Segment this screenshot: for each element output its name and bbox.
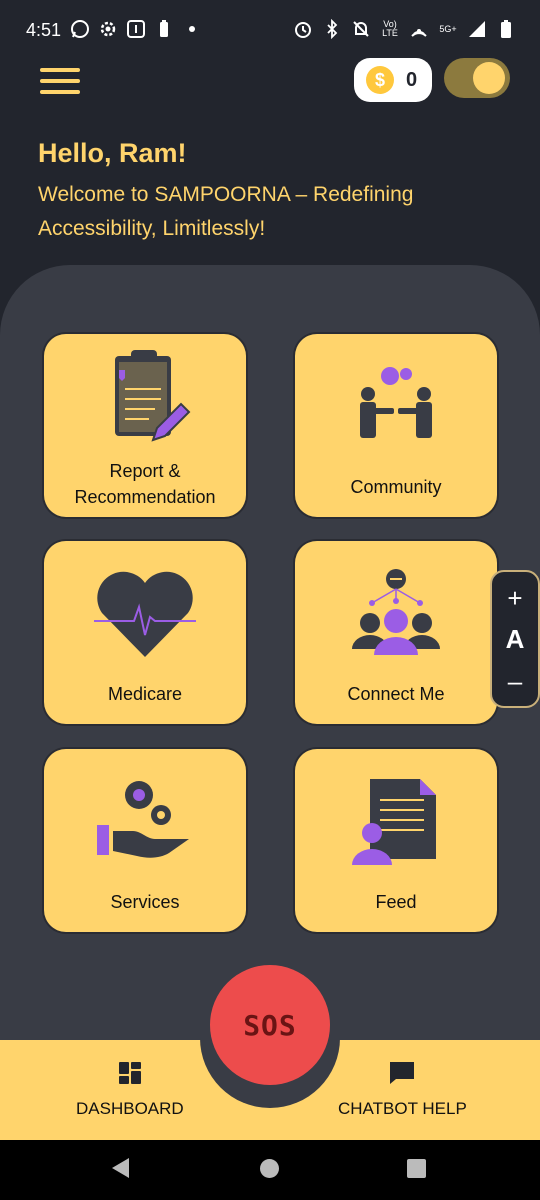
nav-dashboard-label: DASHBOARD: [76, 1099, 184, 1118]
system-nav-bar: [0, 1140, 540, 1200]
signal-icon: [467, 19, 487, 39]
welcome-message: Welcome to SAMPOORNA – Redefining Access…: [38, 183, 414, 240]
connect-icon: [346, 565, 446, 666]
mute-bell-icon: [351, 19, 371, 39]
font-size-widget: + A –: [490, 570, 540, 708]
tile-label: Community: [350, 477, 442, 497]
toggle-knob: [473, 62, 505, 94]
community-icon: [346, 364, 446, 449]
battery-saver-icon: [154, 19, 174, 39]
coin-count: 0: [406, 68, 418, 91]
tile-label: Services: [110, 892, 180, 912]
alarm-icon: [293, 19, 313, 39]
tile-report-recommendation[interactable]: Report & Recommendation: [44, 334, 246, 517]
clipboard-icon: [95, 348, 195, 453]
status-bar: 4:51 Vo) LTE 5G+: [0, 0, 540, 62]
sos-label: SOS: [243, 1008, 297, 1042]
recents-icon[interactable]: [407, 1159, 426, 1178]
back-icon[interactable]: [112, 1158, 129, 1178]
increase-font-button[interactable]: +: [507, 585, 522, 611]
network-label: 5G+: [439, 23, 457, 34]
home-icon[interactable]: [260, 1159, 279, 1178]
tile-medicare[interactable]: Medicare: [44, 541, 246, 724]
theme-toggle[interactable]: [444, 58, 510, 98]
greeting: Hello, Ram!: [38, 138, 187, 168]
nav-chatbot-label: CHATBOT HELP: [338, 1099, 467, 1118]
coin-balance[interactable]: $ 0: [354, 58, 432, 102]
settings-gear-icon: [98, 19, 118, 39]
tile-label: Medicare: [107, 684, 183, 704]
heart-icon: [90, 565, 200, 670]
dollar-coin-icon: $: [366, 66, 394, 94]
nav-dashboard[interactable]: DASHBOARD: [76, 1060, 184, 1119]
font-size-label: A: [505, 623, 525, 654]
hamburger-icon: [40, 68, 80, 72]
tile-feed[interactable]: Feed: [295, 749, 497, 932]
battery-icon: [496, 19, 516, 39]
chat-bubble-icon: [390, 1062, 415, 1084]
decrease-font-button[interactable]: –: [508, 668, 522, 694]
bluetooth-icon: [322, 19, 342, 39]
notification-box-icon: [126, 19, 146, 39]
nav-chatbot-help[interactable]: CHATBOT HELP: [338, 1060, 467, 1119]
hotspot-icon: [409, 19, 429, 39]
status-time: 4:51: [26, 20, 62, 40]
tile-connect-me[interactable]: Connect Me: [295, 541, 497, 724]
feed-icon: [346, 775, 446, 874]
whatsapp-icon: [70, 19, 90, 39]
tile-services[interactable]: Services: [44, 749, 246, 932]
services-icon: [95, 775, 195, 870]
dashboard-icon: [118, 1062, 141, 1084]
header: $ 0 Hello, Ram! Welcome to SAMPOORNA – R…: [0, 58, 540, 272]
menu-button[interactable]: [40, 68, 80, 98]
volte-label: Vo) LTE: [382, 19, 398, 38]
sos-button[interactable]: SOS: [210, 965, 330, 1085]
tile-label: Feed: [375, 892, 417, 912]
tile-label: Report & Recommendation: [74, 461, 216, 507]
dot-icon: [182, 19, 202, 39]
tile-community[interactable]: Community: [295, 334, 497, 517]
tile-label: Connect Me: [347, 684, 445, 704]
